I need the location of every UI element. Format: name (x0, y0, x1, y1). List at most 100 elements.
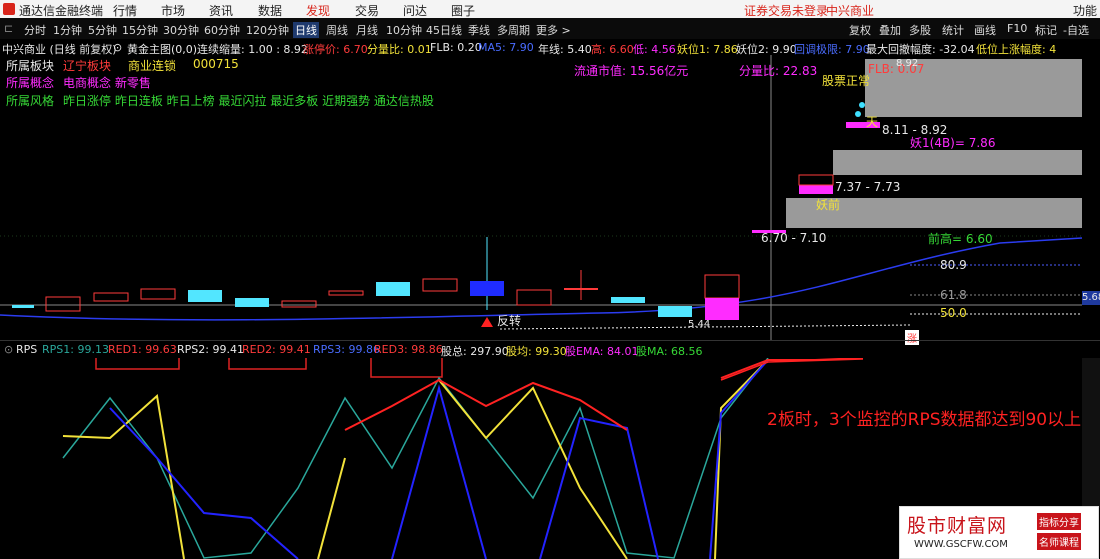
menu-jiaoyi[interactable]: 交易 (355, 2, 379, 19)
axis-80-9: 80.9 (940, 258, 967, 272)
ma-value: 股MA: 68.56 (636, 345, 703, 358)
highlight-box-1 (95, 358, 180, 370)
chevron-down-icon[interactable]: ⊙ (113, 41, 122, 54)
candle (705, 298, 739, 320)
flb-value: FLB: 0.20 (430, 41, 482, 54)
candle (376, 282, 410, 296)
tab-60min[interactable]: 60分钟 (204, 22, 240, 38)
ma5-value: MA5: 7.90 (478, 41, 534, 54)
candle (328, 290, 364, 296)
stock-code: 000715 (193, 57, 239, 71)
tab-1min[interactable]: 1分钟 (53, 22, 82, 38)
btn-huaxian[interactable]: 画线 (974, 22, 996, 38)
tian-label: 天 (866, 115, 879, 129)
panel-divider (0, 340, 1100, 341)
menu-quanzi[interactable]: 圈子 (451, 2, 475, 19)
stock-status: 股票正常 (822, 74, 871, 88)
bankuai-item-2: 商业连锁 (128, 59, 177, 73)
watermark-tag-1: 指标分享 (1037, 513, 1081, 530)
title-bar: 通达信金融终端 行情 市场 资讯 数据 发现 交易 问达 圈子 证券交易未登录 … (0, 0, 1100, 18)
fengge-label: 所属风格 (6, 94, 55, 108)
rps1-value: RPS1: 99.13 (42, 343, 109, 356)
toolbar-left-icon[interactable]: ⊏ (4, 22, 13, 35)
axis-61-8: 61.8 (940, 288, 967, 302)
tab-45ri[interactable]: 45日线 (426, 22, 462, 38)
app-logo-icon (3, 3, 15, 15)
rps-collapse-icon[interactable]: ⊙ (4, 343, 13, 356)
rps-header: ⊙ RPS RPS1: 99.13 RED1: 99.63 RPS2: 99.4… (0, 343, 1100, 358)
signal-dot-icon (855, 111, 861, 117)
tab-15min[interactable]: 15分钟 (122, 22, 158, 38)
tab-duozhouqi[interactable]: 多周期 (497, 22, 530, 38)
gujun-value: 股均: 99.30 (506, 345, 567, 358)
btn-fuquan[interactable]: 复权 (849, 22, 871, 38)
tab-120min[interactable]: 120分钟 (246, 22, 289, 38)
candle (422, 278, 458, 292)
candle (12, 305, 34, 308)
app-name: 通达信金融终端 (19, 4, 104, 18)
tab-yuexian[interactable]: 月线 (356, 22, 378, 38)
price-892: 8.92 (896, 58, 919, 69)
axis-50-0: 50.0 (940, 306, 967, 320)
function-menu[interactable]: 功能 (1073, 2, 1097, 19)
range-label-2: 7.37 - 7.73 (835, 180, 901, 194)
login-status[interactable]: 证券交易未登录 (744, 2, 828, 19)
tab-10min[interactable]: 10分钟 (386, 22, 422, 38)
btn-biaoji[interactable]: 标记 (1035, 22, 1057, 38)
candle (140, 288, 176, 300)
candle (564, 288, 598, 290)
btn-tongji[interactable]: 统计 (942, 22, 964, 38)
candle (516, 289, 552, 306)
menu-faxian[interactable]: 发现 (306, 2, 330, 19)
candle (235, 298, 269, 307)
tab-5min[interactable]: 5分钟 (88, 22, 117, 38)
fengge-items: 昨日涨停 昨日连板 昨日上榜 最近闪拉 最近多板 近期强势 通达信热股 (63, 94, 434, 108)
highlight-box-2 (228, 358, 307, 370)
zongfen-value: 股总: 297.90 (441, 345, 509, 358)
candle (281, 300, 317, 308)
circ-market-value: 流通市值: 15.56亿元 (574, 64, 689, 78)
highlight-box-3 (370, 358, 443, 378)
candles (12, 102, 880, 320)
candle (798, 174, 834, 186)
rps-title[interactable]: RPS (16, 343, 37, 356)
candle (45, 296, 81, 312)
menu-shuju[interactable]: 数据 (258, 2, 282, 19)
candle (93, 292, 129, 302)
btn-zixuan[interactable]: -自选 (1063, 22, 1089, 38)
tab-more[interactable]: 更多 > (536, 22, 571, 38)
yaoqian-label: 妖前 (816, 198, 841, 212)
btn-f10[interactable]: F10 (1007, 22, 1027, 35)
watermark-logo: 股市财富网 指标分享 名师课程 WWW.GSCFW.COM (899, 506, 1099, 559)
fenliangbi-2: 分量比: 22.83 (739, 64, 818, 78)
rps3-value: RPS3: 99.86 (313, 343, 380, 356)
stock-name-title: 中兴商业 (826, 4, 875, 18)
rps2-line-c (438, 379, 628, 559)
gainian-items: 电商概念 新零售 (63, 76, 151, 90)
tab-jixian[interactable]: 季线 (468, 22, 490, 38)
annotation-text: 2板时，3个监控的RPS数据都达到90以上 (767, 410, 1082, 430)
candle (611, 297, 645, 303)
red1-value: RED1: 99.63 (108, 343, 177, 356)
resistance-box-2 (833, 150, 1082, 175)
range-label-3: 6.70 - 7.10 (761, 231, 827, 245)
btn-duogu[interactable]: 多股 (909, 22, 931, 38)
menu-hangqing[interactable]: 行情 (113, 2, 137, 19)
rps2-line-b (317, 457, 346, 559)
menu-zixun[interactable]: 资讯 (209, 2, 233, 19)
tab-fenshi[interactable]: 分时 (24, 22, 46, 38)
menu-shichang[interactable]: 市场 (161, 2, 185, 19)
candle (470, 281, 504, 296)
bankuai-item-1: 辽宁板块 (63, 59, 112, 73)
menu-wenda[interactable]: 问达 (403, 2, 427, 19)
candle (658, 306, 692, 317)
candle (799, 185, 833, 194)
btn-diejia[interactable]: 叠加 (879, 22, 901, 38)
tab-rixian[interactable]: 日线 (293, 22, 319, 38)
rps-scale-bar (1082, 358, 1100, 508)
tab-zhouxian[interactable]: 周线 (326, 22, 348, 38)
watermark-tag-2: 名师课程 (1037, 533, 1081, 550)
tab-30min[interactable]: 30分钟 (163, 22, 199, 38)
period-toolbar: ⊏ 分时 1分钟 5分钟 15分钟 30分钟 60分钟 120分钟 日线 周线 … (0, 18, 1100, 40)
watermark-title: 股市财富网 (907, 515, 1008, 537)
